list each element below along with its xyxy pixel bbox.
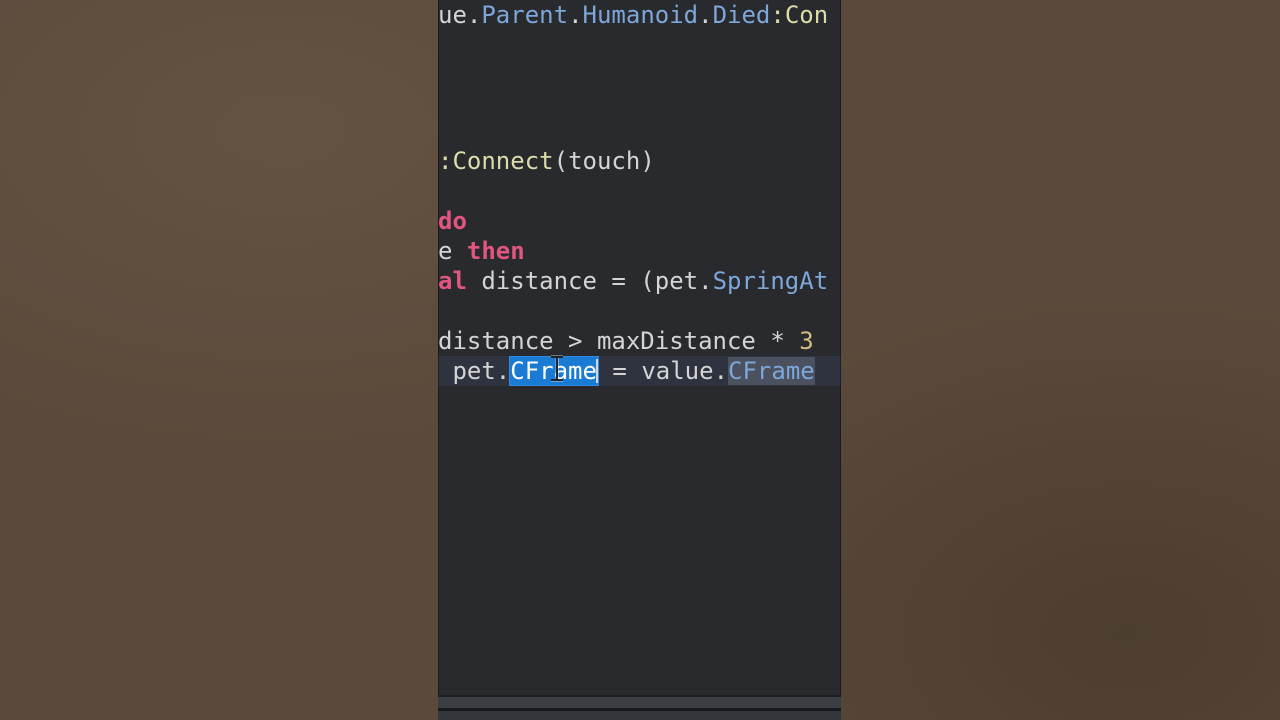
code-token: :: [770, 1, 785, 29]
code-token: value: [641, 357, 714, 385]
editor-bottom-bars: [438, 695, 841, 720]
code-token: pet: [438, 357, 496, 385]
code-token: .: [495, 357, 511, 385]
panel-left-edge: [438, 0, 439, 695]
code-token: touch: [568, 147, 641, 175]
code-text-area[interactable]: ue.Parent.Humanoid.Died:Con:Connect(touc…: [438, 0, 841, 695]
code-line[interactable]: ue.Parent.Humanoid.Died:Con: [438, 0, 841, 30]
code-token: .: [568, 1, 583, 29]
code-line[interactable]: [438, 30, 841, 60]
code-token: distance > maxDistance *: [438, 327, 800, 355]
code-line[interactable]: [438, 296, 841, 326]
code-line[interactable]: e then: [438, 236, 841, 266]
code-token: then: [466, 237, 525, 265]
code-token: Connect: [452, 147, 554, 175]
code-line[interactable]: :Connect(touch): [438, 146, 841, 176]
horizontal-scrollbar-track[interactable]: [438, 697, 841, 708]
code-token: .: [713, 357, 729, 385]
code-token: (: [553, 147, 569, 175]
code-token: al: [438, 267, 467, 295]
code-line[interactable]: [438, 176, 841, 206]
code-token: =: [597, 357, 642, 385]
code-line[interactable]: distance > maxDistance * 3: [438, 326, 841, 356]
code-line[interactable]: [438, 60, 841, 90]
status-bar[interactable]: [438, 711, 841, 720]
code-token: Con: [784, 1, 829, 29]
selected-text[interactable]: CFrame: [510, 357, 598, 385]
code-token: Parent: [481, 1, 569, 29]
code-token: 3: [799, 327, 814, 355]
code-token: do: [438, 207, 467, 235]
code-line[interactable]: [438, 90, 841, 120]
code-token: .: [698, 267, 713, 295]
code-line[interactable]: al distance = (pet.SpringAt: [438, 266, 841, 296]
code-editor-panel[interactable]: ue.Parent.Humanoid.Died:Con:Connect(touc…: [438, 0, 841, 695]
code-token: SpringAt: [712, 267, 829, 295]
code-token: Died: [712, 1, 771, 29]
code-token: e: [438, 237, 467, 265]
matching-occurrence-highlight[interactable]: CFrame: [728, 357, 815, 385]
code-token: distance = (: [466, 267, 655, 295]
code-token: Humanoid: [582, 1, 699, 29]
code-token: ): [640, 147, 655, 175]
code-token: .: [698, 1, 713, 29]
code-line[interactable]: do: [438, 206, 841, 236]
code-token: :: [438, 147, 453, 175]
code-token: ue: [438, 1, 467, 29]
panel-right-edge: [840, 0, 841, 695]
code-line[interactable]: pet.CFrame = value.CFrame: [438, 356, 841, 386]
code-token: pet: [654, 267, 699, 295]
code-token: .: [466, 1, 482, 29]
horizontal-scrollbar-thumb[interactable]: [438, 697, 841, 708]
